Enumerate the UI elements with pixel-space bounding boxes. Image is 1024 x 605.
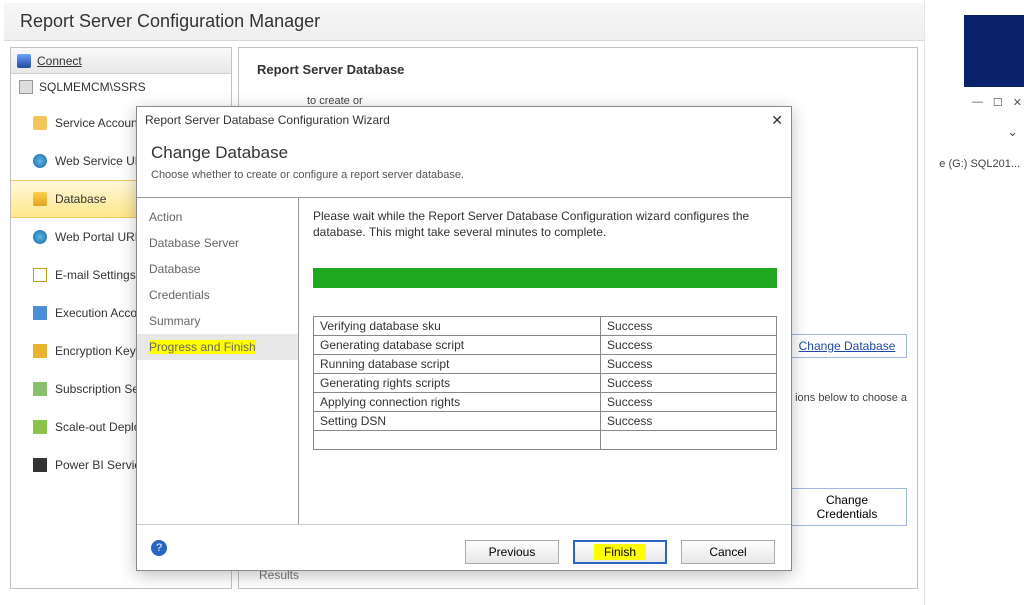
- change-credentials-button[interactable]: Change Credentials: [787, 488, 907, 526]
- portal-icon: [33, 230, 47, 244]
- maximize-icon[interactable]: ☐: [993, 96, 1003, 109]
- connect-label: Connect: [37, 54, 82, 68]
- wizard-step-label: Action: [149, 210, 182, 224]
- table-row: Generating database scriptSuccess: [314, 336, 777, 355]
- database-wizard-dialog: Report Server Database Configuration Wiz…: [136, 106, 792, 571]
- user-icon: [33, 116, 47, 130]
- powerbi-icon: [33, 458, 47, 472]
- button-label: Change Credentials: [817, 493, 878, 521]
- table-row: Setting DSNSuccess: [314, 412, 777, 431]
- connect-icon: [17, 54, 31, 68]
- key-icon: [33, 344, 47, 358]
- wizard-results-table: Verifying database skuSuccess Generating…: [313, 316, 777, 450]
- sidebar-item-label: Database: [55, 192, 106, 206]
- wizard-step-database-server[interactable]: Database Server: [137, 230, 298, 256]
- wizard-title: Report Server Database Configuration Wiz…: [145, 113, 390, 127]
- background-dark-area: [964, 15, 1024, 87]
- wizard-heading: Change Database: [151, 143, 777, 163]
- background-window-controls: — ☐ ✕: [972, 96, 1022, 109]
- close-icon[interactable]: ✕: [1013, 96, 1022, 109]
- sidebar-item-label: Power BI Service: [55, 458, 147, 472]
- connect-button[interactable]: Connect: [11, 48, 231, 74]
- wizard-titlebar: Report Server Database Configuration Wiz…: [137, 107, 791, 133]
- server-node[interactable]: SQLMEMCM\SSRS: [11, 74, 231, 94]
- background-window: — ☐ ✕ ⌄ e (G:) SQL201...: [924, 0, 1024, 605]
- wizard-header: Change Database Choose whether to create…: [137, 133, 791, 198]
- wizard-step-credentials[interactable]: Credentials: [137, 282, 298, 308]
- previous-button[interactable]: Previous: [465, 540, 559, 564]
- minimize-icon[interactable]: —: [972, 96, 983, 109]
- task-cell: Applying connection rights: [314, 393, 601, 412]
- task-cell: Setting DSN: [314, 412, 601, 431]
- wizard-message: Please wait while the Report Server Data…: [313, 208, 777, 240]
- sidebar-item-label: E-mail Settings: [55, 268, 136, 282]
- change-database-button[interactable]: Change Database: [787, 334, 907, 358]
- chevron-down-icon[interactable]: ⌄: [1007, 124, 1018, 140]
- task-cell: [314, 431, 601, 450]
- status-cell: [601, 431, 777, 450]
- task-cell: Generating database script: [314, 336, 601, 355]
- wizard-close-button[interactable]: ✕: [771, 112, 783, 129]
- table-row: Running database scriptSuccess: [314, 355, 777, 374]
- help-icon[interactable]: ?: [151, 540, 167, 556]
- panel-title: Report Server Database: [257, 62, 899, 77]
- button-label: Previous: [489, 545, 536, 559]
- wizard-footer: ? Previous Finish Cancel: [137, 524, 791, 578]
- globe-icon: [33, 154, 47, 168]
- task-cell: Running database script: [314, 355, 601, 374]
- status-cell: Success: [601, 393, 777, 412]
- table-row-empty: [314, 431, 777, 450]
- table-row: Generating rights scriptsSuccess: [314, 374, 777, 393]
- task-cell: Generating rights scripts: [314, 374, 601, 393]
- wizard-step-label: Credentials: [149, 288, 210, 302]
- wizard-content: Please wait while the Report Server Data…: [299, 198, 791, 524]
- wizard-progress-bar: [313, 268, 777, 288]
- subscription-icon: [33, 382, 47, 396]
- wizard-step-label: Progress and Finish: [149, 340, 256, 354]
- window-title-text: Report Server Configuration Manager: [20, 11, 320, 32]
- wizard-step-action[interactable]: Action: [137, 204, 298, 230]
- wizard-step-progress-finish[interactable]: Progress and Finish: [137, 334, 298, 360]
- scale-icon: [33, 420, 47, 434]
- server-node-label: SQLMEMCM\SSRS: [39, 80, 146, 94]
- execution-icon: [33, 306, 47, 320]
- wizard-step-label: Database Server: [149, 236, 239, 250]
- task-cell: Verifying database sku: [314, 317, 601, 336]
- table-row: Verifying database skuSuccess: [314, 317, 777, 336]
- button-label: Finish: [594, 544, 646, 560]
- table-row: Applying connection rightsSuccess: [314, 393, 777, 412]
- wizard-subheading: Choose whether to create or configure a …: [151, 169, 777, 181]
- button-label: Change Database: [799, 339, 896, 353]
- server-icon: [19, 80, 33, 94]
- status-cell: Success: [601, 374, 777, 393]
- button-label: Cancel: [709, 545, 746, 559]
- wizard-step-label: Summary: [149, 314, 200, 328]
- sidebar-item-label: Service Account: [55, 116, 141, 130]
- cancel-button[interactable]: Cancel: [681, 540, 775, 564]
- status-cell: Success: [601, 355, 777, 374]
- wizard-step-database[interactable]: Database: [137, 256, 298, 282]
- window-title: Report Server Configuration Manager: [4, 3, 924, 41]
- wizard-step-list: Action Database Server Database Credenti…: [137, 198, 299, 524]
- status-cell: Success: [601, 317, 777, 336]
- database-icon: [33, 192, 47, 206]
- sidebar-item-label: Encryption Keys: [55, 344, 142, 358]
- mail-icon: [33, 268, 47, 282]
- sidebar-item-label: Web Portal URL: [55, 230, 141, 244]
- background-drive-label: e (G:) SQL201...: [939, 158, 1020, 170]
- wizard-step-label: Database: [149, 262, 200, 276]
- wizard-step-summary[interactable]: Summary: [137, 308, 298, 334]
- status-cell: Success: [601, 336, 777, 355]
- status-cell: Success: [601, 412, 777, 431]
- finish-button[interactable]: Finish: [573, 540, 667, 564]
